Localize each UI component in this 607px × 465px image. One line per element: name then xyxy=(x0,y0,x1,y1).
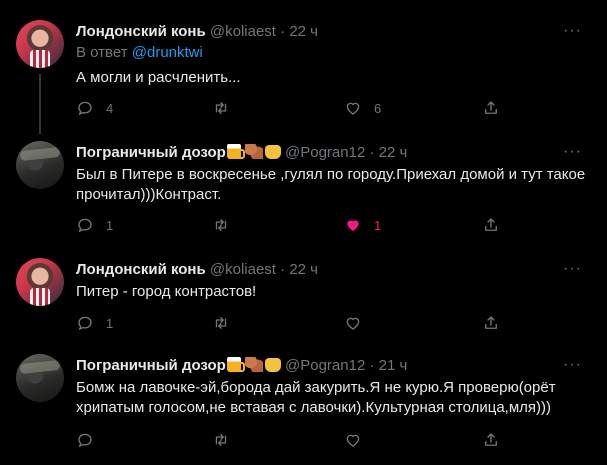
like-button[interactable] xyxy=(344,430,374,450)
separator-dot: · xyxy=(280,261,286,278)
separator-dot: · xyxy=(369,144,375,161)
more-dots-icon[interactable]: ··· xyxy=(563,144,582,160)
tweet-header: Пограничный дозор @Pogran12 · 22 ч xyxy=(76,143,407,163)
tweet-text: Бомж на лавочке-эй,борода дай закурить.Я… xyxy=(76,379,556,416)
retweet-arrows-icon xyxy=(215,102,227,114)
retweet-button[interactable] xyxy=(212,313,242,333)
heart-icon xyxy=(346,317,360,330)
user-handle[interactable]: @koliaest xyxy=(210,261,276,278)
display-name[interactable]: Пограничный дозор xyxy=(76,144,226,161)
thread-connector-line xyxy=(39,74,41,134)
like-count: 1 xyxy=(374,217,382,233)
avatar[interactable] xyxy=(16,258,64,306)
fist-icon xyxy=(264,145,281,159)
like-button[interactable] xyxy=(344,313,374,333)
retweet-button[interactable] xyxy=(212,215,242,235)
tweet-actions: 4 6 xyxy=(76,98,506,118)
separator-dot: · xyxy=(280,23,286,40)
tweet-actions: 1 1 xyxy=(76,215,506,235)
tweet-text: Был в Питере в воскресенье ,гулял по гор… xyxy=(76,166,586,203)
retweet-arrows-icon xyxy=(215,434,227,446)
reply-prefix: В ответ xyxy=(76,44,128,61)
heart-icon xyxy=(346,434,360,447)
reply-button[interactable]: 1 xyxy=(76,215,113,235)
reply-button[interactable]: 1 xyxy=(76,313,113,333)
user-handle[interactable]: @koliaest xyxy=(210,23,276,40)
more-dots-icon[interactable]: ··· xyxy=(563,261,582,277)
more-dots-icon[interactable]: ··· xyxy=(563,357,582,373)
retweet-button[interactable] xyxy=(212,98,242,118)
reply-count: 1 xyxy=(106,217,114,233)
avatar[interactable] xyxy=(16,20,64,68)
timestamp[interactable]: 22 ч xyxy=(379,144,408,161)
heart-icon xyxy=(347,220,359,231)
avatar[interactable] xyxy=(16,141,64,189)
tweet-actions xyxy=(76,430,506,450)
share-button[interactable] xyxy=(482,215,500,235)
timestamp[interactable]: 21 ч xyxy=(379,357,408,374)
share-upload-icon xyxy=(485,316,497,329)
retweet-button[interactable] xyxy=(212,430,242,450)
heart-icon xyxy=(346,102,360,115)
reply-button[interactable]: 4 xyxy=(76,98,113,118)
fist-icon xyxy=(264,358,281,372)
reply-count: 1 xyxy=(106,315,114,331)
speech-bubble-icon xyxy=(78,433,92,448)
tweet[interactable]: Лондонский конь @koliaest · 22 ч ··· В о… xyxy=(0,20,607,134)
share-upload-icon xyxy=(485,433,497,446)
like-count: 6 xyxy=(374,100,382,116)
display-name[interactable]: Лондонский конь xyxy=(76,23,206,40)
avatar[interactable] xyxy=(16,354,64,402)
separator-dot: · xyxy=(369,357,375,374)
tweet[interactable]: Лондонский конь @koliaest · 22 ч ··· Пит… xyxy=(0,258,607,348)
beer-mug-icon xyxy=(226,144,245,159)
user-handle[interactable]: @Pogran12 xyxy=(285,144,365,161)
tweet[interactable]: Пограничный дозор @Pogran12 · 21 ч ··· Б… xyxy=(0,354,607,465)
tweet-actions: 1 xyxy=(76,313,506,333)
tweet-header: Лондонский конь @koliaest · 22 ч xyxy=(76,260,318,280)
reply-handle-link[interactable]: @drunktwi xyxy=(132,44,203,61)
reply-button[interactable] xyxy=(76,430,106,450)
tweet[interactable]: Пограничный дозор @Pogran12 · 22 ч ··· Б… xyxy=(0,141,607,251)
reply-count: 4 xyxy=(106,100,114,116)
tweet-text: А могли и расчленить... xyxy=(76,69,241,86)
tweet-header: Лондонский конь @koliaest · 22 ч xyxy=(76,22,318,42)
speech-bubble-icon xyxy=(78,316,92,331)
more-dots-icon[interactable]: ··· xyxy=(563,23,582,39)
display-name[interactable]: Лондонский конь xyxy=(76,261,206,278)
replying-to: В ответ @drunktwi xyxy=(76,44,203,61)
like-button[interactable]: 1 xyxy=(344,215,381,235)
display-name[interactable]: Пограничный дозор xyxy=(76,357,226,374)
speech-bubble-icon xyxy=(78,101,92,116)
share-upload-icon xyxy=(485,101,497,114)
retweet-arrows-icon xyxy=(215,317,227,329)
share-button[interactable] xyxy=(482,430,500,450)
share-button[interactable] xyxy=(482,313,500,333)
timestamp[interactable]: 22 ч xyxy=(289,261,318,278)
beer-mug-icon xyxy=(226,357,245,372)
flexed-arm-icon xyxy=(244,357,263,372)
tweet-thread: Лондонский конь @koliaest · 22 ч ··· В о… xyxy=(0,0,607,465)
user-handle[interactable]: @Pogran12 xyxy=(285,357,365,374)
retweet-arrows-icon xyxy=(215,219,227,231)
share-button[interactable] xyxy=(482,98,500,118)
share-upload-icon xyxy=(485,218,497,231)
like-button[interactable]: 6 xyxy=(344,98,381,118)
tweet-text: Питер - город контрастов! xyxy=(76,283,257,300)
flexed-arm-icon xyxy=(244,144,263,159)
timestamp[interactable]: 22 ч xyxy=(289,23,318,40)
tweet-header: Пограничный дозор @Pogran12 · 21 ч xyxy=(76,356,407,376)
speech-bubble-icon xyxy=(78,218,92,233)
